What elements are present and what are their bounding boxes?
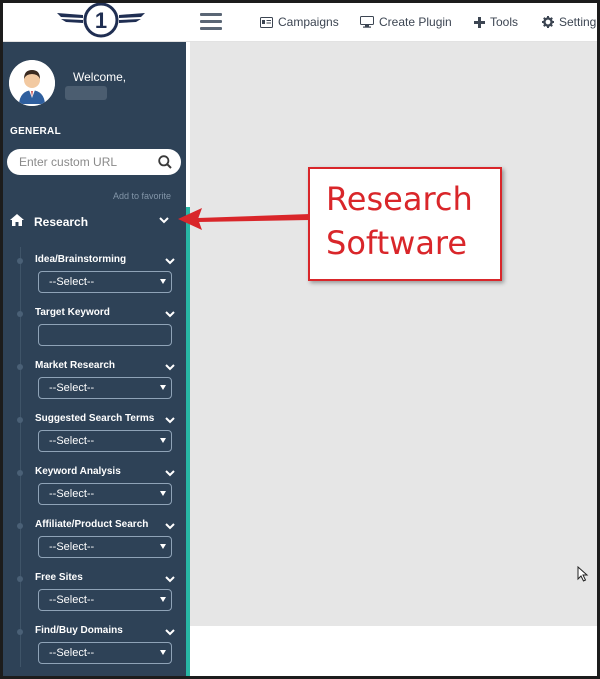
menu-item-label: Affiliate/Product Search (35, 519, 149, 530)
free-sites-select[interactable]: --Select-- (38, 589, 172, 611)
menu-item-label: Free Sites (35, 572, 83, 583)
tree-node-dot (17, 629, 23, 635)
select-value: --Select-- (49, 382, 95, 394)
select-value: --Select-- (49, 435, 95, 447)
menu-item-label: Suggested Search Terms (35, 413, 155, 424)
tree-node-dot (17, 311, 23, 317)
add-to-favorite-link[interactable]: Add to favorite (113, 191, 171, 201)
market-research-select[interactable]: --Select-- (38, 377, 172, 399)
menu-toggle-button[interactable] (200, 13, 222, 31)
nav-tools-label: Tools (490, 15, 519, 29)
top-bar: 1 Campaigns Create Plugin Tools Setting (3, 3, 597, 42)
nav-create-plugin-label: Create Plugin (379, 15, 452, 29)
tree-node-dot (17, 364, 23, 370)
menu-item-find-buy-domains: Find/Buy Domains --Select-- (3, 620, 186, 673)
chevron-down-icon[interactable] (165, 576, 175, 583)
nav-setting-label: Setting (559, 15, 597, 29)
target-keyword-input[interactable] (38, 324, 172, 346)
id-card-icon (260, 16, 273, 28)
chevron-down-icon[interactable] (165, 258, 175, 265)
home-icon (10, 214, 24, 226)
nav-campaigns-label: Campaigns (278, 15, 339, 29)
select-value: --Select-- (49, 541, 95, 553)
menu-item-label: Market Research (35, 360, 116, 371)
affiliate-product-search-select[interactable]: --Select-- (38, 536, 172, 558)
menu-item-suggested-search-terms: Suggested Search Terms --Select-- (3, 408, 186, 461)
tree-node-dot (17, 470, 23, 476)
gear-icon (542, 16, 554, 28)
plus-icon (474, 16, 485, 28)
caret-down-icon (160, 279, 166, 284)
menu-item-affiliate-product-search: Affiliate/Product Search --Select-- (3, 514, 186, 567)
tree-node-dot (17, 417, 23, 423)
tree-node-dot (17, 523, 23, 529)
find-buy-domains-select[interactable]: --Select-- (38, 642, 172, 664)
nav-setting[interactable]: Setting (542, 13, 596, 31)
caret-down-icon (160, 544, 166, 549)
sidebar-item-research-label: Research (34, 215, 89, 229)
search-icon[interactable] (158, 155, 172, 169)
main-content-area (190, 42, 597, 626)
select-value: --Select-- (49, 276, 95, 288)
logo-text: 1 (95, 8, 107, 33)
menu-item-label: Target Keyword (35, 307, 110, 318)
section-title: GENERAL (10, 126, 61, 137)
user-avatar-icon (9, 60, 55, 106)
welcome-text: Welcome, (73, 70, 127, 84)
annotation-callout: Research Software (308, 167, 502, 281)
chevron-down-icon[interactable] (165, 629, 175, 636)
menu-item-market-research: Market Research --Select-- (3, 355, 186, 408)
keyword-analysis-select[interactable]: --Select-- (38, 483, 172, 505)
mouse-cursor-icon (577, 566, 589, 582)
footer (190, 626, 597, 676)
caret-down-icon (160, 438, 166, 443)
nav-create-plugin[interactable]: Create Plugin (360, 13, 452, 31)
select-value: --Select-- (49, 594, 95, 606)
monitor-icon (360, 16, 374, 28)
caret-down-icon (160, 650, 166, 655)
menu-item-target-keyword: Target Keyword (3, 302, 186, 355)
select-value: --Select-- (49, 488, 95, 500)
menu-item-label: Keyword Analysis (35, 466, 121, 477)
chevron-down-icon[interactable] (165, 417, 175, 424)
username-redacted (65, 86, 107, 100)
menu-item-keyword-analysis: Keyword Analysis --Select-- (3, 461, 186, 514)
custom-url-input[interactable] (7, 149, 181, 175)
select-value: --Select-- (49, 647, 95, 659)
menu-item-idea-brainstorming: Idea/Brainstorming --Select-- (3, 249, 186, 302)
chevron-down-icon[interactable] (165, 311, 175, 318)
idea-brainstorming-select[interactable]: --Select-- (38, 271, 172, 293)
suggested-search-terms-select[interactable]: --Select-- (38, 430, 172, 452)
caret-down-icon (160, 597, 166, 602)
annotation-line-2: Software (326, 224, 468, 262)
tree-node-dot (17, 576, 23, 582)
chevron-down-icon (159, 217, 169, 224)
menu-item-free-sites: Free Sites --Select-- (3, 567, 186, 620)
sidebar-item-research[interactable]: Research (3, 207, 186, 235)
chevron-down-icon[interactable] (165, 470, 175, 477)
avatar[interactable] (9, 60, 55, 106)
nav-tools[interactable]: Tools (474, 13, 518, 31)
nav-campaigns[interactable]: Campaigns (260, 13, 339, 31)
caret-down-icon (160, 491, 166, 496)
caret-down-icon (160, 385, 166, 390)
annotation-line-1: Research (326, 180, 473, 218)
annotation-arrow-icon (178, 208, 310, 230)
tree-node-dot (17, 258, 23, 264)
menu-item-label: Find/Buy Domains (35, 625, 123, 636)
menu-item-label: Idea/Brainstorming (35, 254, 127, 265)
logo-icon[interactable]: 1 (53, 3, 149, 41)
sidebar: Welcome, GENERAL Add to favorite Researc… (3, 42, 186, 676)
chevron-down-icon[interactable] (165, 523, 175, 530)
chevron-down-icon[interactable] (165, 364, 175, 371)
